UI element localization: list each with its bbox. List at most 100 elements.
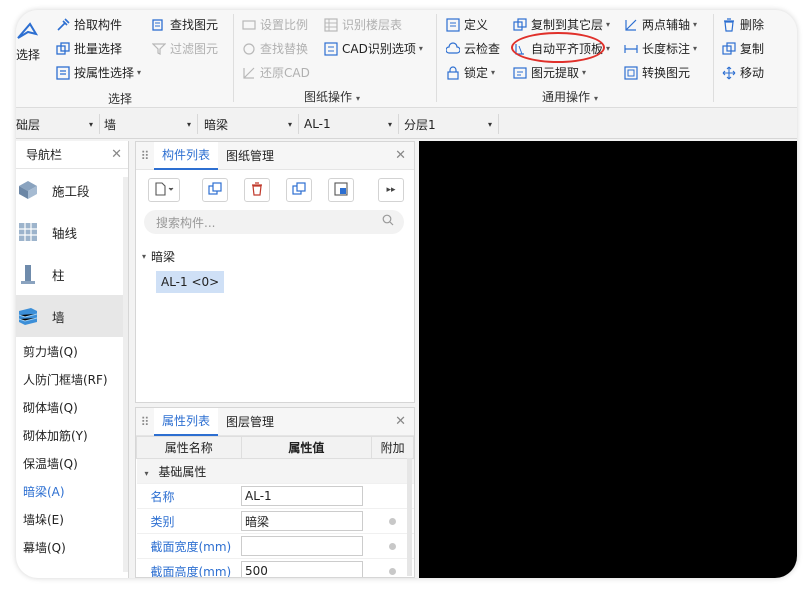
prop-value-cell[interactable]: 500: [241, 558, 372, 577]
tab-layer-management[interactable]: 图层管理: [218, 408, 282, 436]
nav-item-wall-pier[interactable]: 墙垛(E): [16, 505, 128, 533]
drawing-group-label[interactable]: 图纸操作 ▾: [304, 88, 360, 105]
cad-identify-options-dropdown[interactable]: CAD识别选项 ▾: [324, 40, 423, 57]
length-dimension-dropdown[interactable]: 长度标注 ▾: [624, 40, 697, 57]
category-select[interactable]: 墙 ▾: [104, 114, 198, 134]
drawing-canvas[interactable]: [419, 141, 797, 578]
chevron-down-icon: ▾: [491, 68, 496, 77]
drag-handle-icon[interactable]: ⠿: [136, 149, 154, 163]
nav-category-construction-section[interactable]: 施工段: [16, 169, 128, 211]
nav-item-shear-wall[interactable]: 剪力墙(Q): [16, 337, 128, 365]
prop-name: 截面高度(mm): [136, 558, 242, 577]
copy-button[interactable]: 复制: [722, 40, 764, 57]
properties-panel-tabs: ⠿ 属性列表 图层管理 ✕: [136, 408, 414, 436]
chevron-down-icon: ▾: [142, 252, 147, 261]
find-replace-button[interactable]: 查找替换: [242, 40, 308, 57]
delete-component-button[interactable]: [244, 178, 270, 202]
tree-node-hidden-beam[interactable]: ▾ 暗梁: [142, 248, 175, 265]
tab-component-list[interactable]: 构件列表: [154, 141, 219, 170]
find-element-button[interactable]: 查找图元: [152, 16, 218, 33]
tab-properties[interactable]: 属性列表: [154, 408, 219, 436]
close-icon[interactable]: ✕: [395, 148, 406, 163]
pick-component-button[interactable]: 拾取构件: [56, 16, 122, 33]
batch-select-icon: [56, 41, 70, 56]
prop-value-input[interactable]: 500: [241, 561, 364, 577]
batch-select-button[interactable]: 批量选择: [56, 40, 122, 57]
chevron-down-icon: ▾: [594, 94, 599, 103]
tab-drawing-management[interactable]: 图纸管理: [218, 142, 282, 170]
component-search-input[interactable]: 搜索构件...: [144, 210, 404, 234]
drag-handle-icon[interactable]: ⠿: [136, 415, 154, 429]
select-group-label: 选择: [108, 92, 133, 106]
new-component-button[interactable]: [148, 178, 180, 202]
ribbon-toolbar: 选择 拾取构件 批量选择 按属性选择 ▾ 查找图元 过滤图元 选择 设置比例 查…: [16, 10, 797, 108]
two-point-axis-icon: [624, 18, 638, 32]
extra-checkbox[interactable]: [389, 567, 397, 575]
select-button[interactable]: 选择: [16, 20, 42, 63]
nav-scrollbar[interactable]: [123, 177, 128, 572]
chevron-down-icon: ▾: [88, 119, 93, 129]
column-header-value: 属性值: [240, 436, 373, 459]
define-button[interactable]: 定义: [446, 16, 488, 33]
type-select[interactable]: 暗梁 ▾: [204, 114, 299, 134]
extra-checkbox[interactable]: [389, 517, 397, 525]
nav-item-masonry-reinforcement[interactable]: 砌体加筋(Y): [16, 421, 128, 449]
convert-element-icon: [624, 65, 638, 80]
filter-element-button[interactable]: 过滤图元: [152, 40, 218, 57]
common-group-label[interactable]: 通用操作 ▾: [542, 88, 598, 105]
chevron-down-icon: ▾: [137, 68, 142, 77]
layer-select[interactable]: 分层1 ▾: [404, 114, 499, 134]
select-by-attr-icon: [56, 65, 70, 80]
nav-item-civil-defense-door-wall[interactable]: 人防门框墙(RF): [16, 365, 128, 393]
set-scale-button[interactable]: 设置比例: [242, 16, 308, 33]
chevron-down-icon: ▾: [356, 94, 361, 103]
more-tools-button[interactable]: ▸▸: [378, 178, 404, 202]
close-icon[interactable]: ✕: [395, 414, 406, 429]
component-select[interactable]: AL-1 ▾: [304, 114, 399, 134]
column-header-extra: 附加: [371, 436, 414, 459]
extra-checkbox[interactable]: [389, 542, 397, 550]
nav-category-wall[interactable]: 墙: [16, 295, 128, 337]
properties-scrollbar[interactable]: [407, 458, 412, 576]
convert-element-button[interactable]: 转换图元: [624, 64, 690, 81]
group-row-basic-properties[interactable]: ▾ 基础属性: [136, 458, 414, 484]
restore-cad-icon: [242, 66, 256, 80]
prop-value-cell[interactable]: AL-1: [241, 483, 372, 509]
lock-dropdown[interactable]: 锁定 ▾: [446, 64, 495, 81]
prop-value-input[interactable]: 暗梁: [241, 511, 364, 531]
table-row: 截面宽度(mm): [136, 533, 414, 559]
tree-item-al-1[interactable]: AL-1 <0>: [156, 271, 225, 293]
properties-table: 属性名称 属性值 附加 ▾ 基础属性 名称 AL-1 类别 暗梁 截面宽度(mm…: [136, 436, 414, 577]
nav-item-hidden-beam[interactable]: 暗梁(A): [16, 477, 128, 505]
floor-select[interactable]: 础层 ▾: [16, 114, 100, 134]
restore-cad-button[interactable]: 还原CAD: [242, 64, 310, 81]
nav-item-masonry-wall[interactable]: 砌体墙(Q): [16, 393, 128, 421]
nav-category-axis[interactable]: 轴线: [16, 211, 128, 253]
copy-to-other-layer-dropdown[interactable]: 复制到其它层 ▾: [513, 16, 610, 33]
identify-floor-table-button[interactable]: 识别楼层表: [324, 16, 402, 33]
move-button[interactable]: 移动: [722, 64, 764, 81]
two-point-axis-dropdown[interactable]: 两点辅轴 ▾: [624, 16, 697, 33]
copy-component-button[interactable]: [202, 178, 228, 202]
construction-section-icon: [16, 178, 40, 202]
nav-item-insulation-wall[interactable]: 保温墙(Q): [16, 449, 128, 477]
table-header-row: 属性名称 属性值 附加: [136, 436, 414, 459]
copy-to-floor-button[interactable]: [286, 178, 312, 202]
import-component-button[interactable]: [328, 178, 354, 202]
nav-category-column[interactable]: 柱: [16, 253, 128, 295]
prop-value-input[interactable]: AL-1: [241, 486, 364, 506]
cloud-check-button[interactable]: 云检查: [446, 40, 500, 57]
table-row: 类别 暗梁: [136, 508, 414, 534]
nav-title: 导航栏: [26, 148, 63, 162]
prop-value-cell[interactable]: [241, 533, 372, 559]
axis-grid-icon: [16, 220, 40, 244]
nav-item-curtain-wall[interactable]: 幕墙(Q): [16, 533, 128, 561]
delete-button[interactable]: 删除: [722, 16, 764, 33]
chevron-down-icon: ▾: [582, 68, 587, 77]
close-icon[interactable]: ✕: [111, 147, 122, 162]
element-extract-dropdown[interactable]: 图元提取 ▾: [513, 64, 586, 81]
prop-value-input[interactable]: [241, 536, 364, 556]
prop-value-cell[interactable]: 暗梁: [241, 508, 372, 534]
nav-header: 导航栏 ✕: [16, 141, 128, 169]
select-by-attr-dropdown[interactable]: 按属性选择 ▾: [56, 64, 141, 81]
